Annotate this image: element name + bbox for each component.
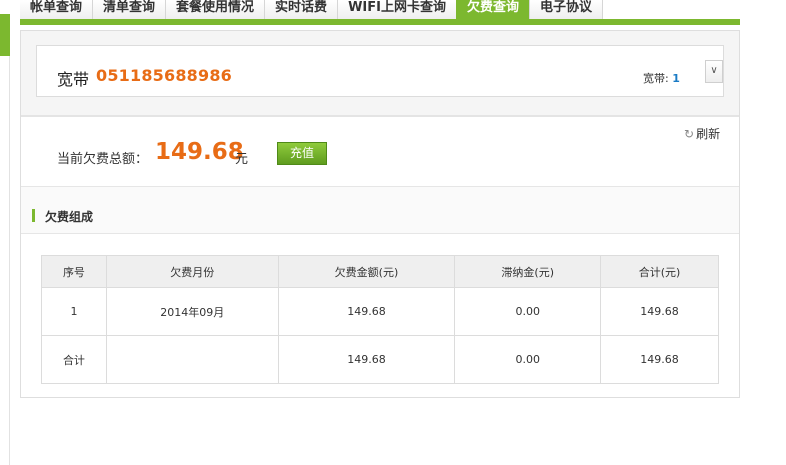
left-divider	[9, 56, 10, 465]
account-number: 051185688986	[96, 66, 232, 85]
cell-index: 1	[41, 287, 107, 336]
arrears-table: 序号 欠费月份 欠费金额(元) 滞纳金(元) 合计(元) 1 2014年09月 …	[41, 255, 719, 384]
chevron-down-icon: ∨	[710, 65, 718, 76]
cell-late-fee: 0.00	[454, 335, 602, 384]
tab-bill-query[interactable]: 帐单查询	[20, 0, 94, 19]
tab-bar: 帐单查询 清单查询 套餐使用情况 实时话费 WIFI上网卡查询 欠费查询 电子协…	[20, 0, 740, 25]
cell-month	[105, 335, 279, 384]
cell-amount: 149.68	[277, 335, 456, 384]
content-panel: 宽带 051185688986 宽带: 1 ∨ ↻ 刷新 当前欠费总额： 149.…	[20, 30, 740, 398]
section-header: 欠费组成	[21, 186, 739, 234]
cell-amount: 149.68	[277, 287, 456, 336]
refresh-label: 刷新	[696, 127, 721, 141]
tab-e-agreement[interactable]: 电子协议	[528, 0, 603, 19]
account-selector: 宽带 051185688986 宽带: 1	[36, 45, 724, 97]
refresh-icon: ↻	[684, 127, 695, 141]
section-marker	[32, 209, 35, 222]
tab-wifi-card-query[interactable]: WIFI上网卡查询	[337, 0, 457, 19]
tab-arrears-query[interactable]: 欠费查询	[455, 0, 530, 19]
col-header-month: 欠费月份	[105, 255, 279, 288]
col-header-index: 序号	[41, 255, 107, 288]
recharge-button[interactable]: 充值	[277, 142, 327, 165]
account-count: 宽带: 1	[643, 70, 680, 86]
arrears-unit: 元	[235, 152, 249, 167]
account-count-label: 宽带:	[643, 72, 669, 85]
cell-total: 149.68	[600, 335, 719, 384]
cell-late-fee: 0.00	[454, 287, 602, 336]
left-accent-bar	[0, 14, 10, 56]
section-title: 欠费组成	[45, 210, 94, 224]
tab-detail-list-query[interactable]: 清单查询	[92, 0, 167, 19]
cell-index: 合计	[41, 335, 107, 384]
col-header-amount: 欠费金额(元)	[277, 255, 456, 288]
arrears-total-amount: 149.68	[155, 139, 244, 165]
refresh-button[interactable]: ↻ 刷新	[684, 125, 720, 142]
cell-month: 2014年09月	[105, 287, 279, 336]
tab-package-usage[interactable]: 套餐使用情况	[165, 0, 266, 19]
table-total-row: 合计 149.68 0.00 149.68	[41, 335, 719, 384]
col-header-late-fee: 滞纳金(元)	[454, 255, 602, 288]
account-area: 宽带 051185688986 宽带: 1 ∨	[21, 31, 739, 117]
arrears-total-label: 当前欠费总额：	[57, 152, 149, 167]
account-count-value: 1	[672, 72, 680, 85]
tab-realtime-charges[interactable]: 实时话费	[264, 0, 339, 19]
account-type: 宽带	[57, 70, 90, 89]
table-header-row: 序号 欠费月份 欠费金额(元) 滞纳金(元) 合计(元)	[41, 255, 719, 288]
col-header-total: 合计(元)	[600, 255, 719, 288]
tab-underline	[20, 19, 740, 25]
expand-accounts-button[interactable]: ∨	[705, 60, 723, 83]
tab-list: 帐单查询 清单查询 套餐使用情况 实时话费 WIFI上网卡查询 欠费查询 电子协…	[20, 0, 603, 19]
table-row: 1 2014年09月 149.68 0.00 149.68	[41, 287, 719, 336]
cell-total: 149.68	[600, 287, 719, 336]
